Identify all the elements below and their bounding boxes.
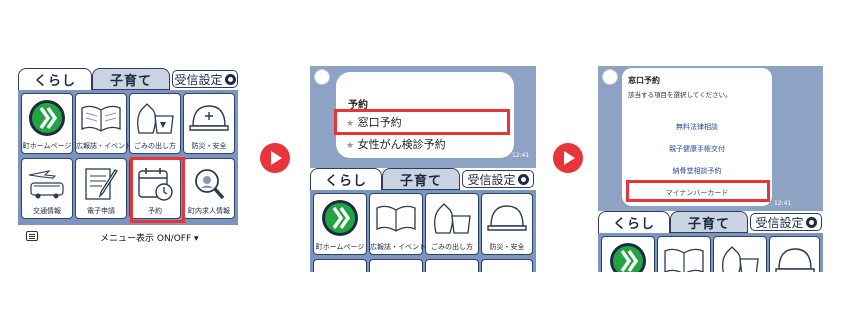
menu-grid: 町ホームページ 広報誌・イベント ごみの出し方 防災・安全 [310,190,536,272]
helmet-icon [774,248,815,272]
menu-item-label: 防災・安全 [191,142,227,150]
option-legal-consult[interactable]: 無料法律相談 [622,122,772,132]
menu-item-town-homepage[interactable] [601,236,655,272]
tab-kosodate[interactable]: 子育て [382,168,460,190]
highlight-reservation [130,157,185,223]
menu-toggle-bar: メニュー表示 ON/OFF ▾ [18,225,238,250]
message-time: 12:41 [774,200,792,207]
tab-kurashi[interactable]: くらし [598,211,670,233]
settings-tab[interactable]: 受信設定 [172,70,238,88]
helmet-icon [487,205,527,231]
highlight-my-number-card [626,180,770,202]
menu-item-partial[interactable] [313,259,367,272]
avatar [314,69,330,85]
menu-item-publicity[interactable]: 広報誌・イベント [75,93,132,154]
open-book-icon [376,205,416,232]
panel-window-reservation: 窓口予約 該当する項目を選択してください。 無料法律相談 親子健康手帳交付 納骨… [598,66,823,272]
menu-item-label: 町ホームページ [22,142,72,150]
tab-bar: くらし 子育て 受信設定 [310,168,536,190]
option-label: 女性がん検診予約 [357,138,446,151]
star-icon: ★ [346,141,355,151]
highlight-window-reservation [334,109,510,135]
settings-tab[interactable]: 受信設定 [462,170,534,188]
menu-item-partial[interactable] [369,259,423,272]
tab-kosodate[interactable]: 子育て [670,211,748,233]
menu-item-garbage[interactable]: ごみの出し方 [129,93,181,154]
magnifier-icon [195,169,225,200]
menu-item-label: 電子申請 [87,207,115,215]
gear-icon [805,216,817,228]
menu-item-label: 交通情報 [33,207,61,215]
menu-item-label: ごみの出し方 [431,243,473,251]
menu-item-partial[interactable] [425,259,479,272]
town-logo-icon [322,200,358,236]
gear-icon [517,173,529,185]
menu-item-disaster-safety[interactable]: 防災・安全 [481,193,533,255]
keyboard-icon[interactable] [26,231,38,241]
menu-item-label: 広報誌・イベント [370,243,426,251]
gear-icon [224,73,236,85]
open-book-icon [81,105,121,132]
helmet-icon [189,105,229,131]
menu-item-traffic[interactable]: 交通情報 [21,158,73,219]
menu-grid [598,233,823,272]
tab-bar: くらし 子育て 受信設定 [598,211,823,233]
menu-item-label: 町内求人情報 [188,207,230,215]
menu-item-publicity[interactable]: 広報誌・イベント [369,193,426,255]
transport-icon [28,170,64,199]
panel-reservation-choice: 予約 ★ 窓口予約 ★ 女性がん検診予約 12:41 くらし 子育て 受信設定 … [310,66,536,272]
settings-tab[interactable]: 受信設定 [750,213,822,231]
menu-item-publicity[interactable] [657,236,711,272]
town-logo-icon [610,243,646,272]
menu-item-label: 町ホームページ [315,243,365,251]
open-book-icon [664,248,704,272]
town-logo-icon [29,100,65,136]
message-title: 窓口予約 [628,76,660,85]
tab-bar: くらし 子育て 受信設定 [18,68,238,90]
menu-item-garbage[interactable] [713,236,767,272]
garbage-bag-icon [722,246,759,272]
option-ossuary-reservation[interactable]: 納骨堂相談予約 [622,166,772,176]
panel-main-menu: くらし 子育て 受信設定 町ホームページ 広報誌・イベント ごみの出し方 防災・… [18,68,238,250]
message-subtitle: 該当する項目を選択してください。 [628,91,732,99]
menu-item-partial[interactable] [481,259,533,272]
message-time: 12:41 [512,152,530,159]
tab-kosodate[interactable]: 子育て [92,68,170,90]
menu-item-e-application[interactable]: 電子申請 [75,158,127,219]
tab-kurashi[interactable]: くらし [310,168,382,190]
next-step-arrow-icon [260,143,290,173]
menu-item-disaster-safety[interactable]: 防災・安全 [183,93,235,154]
menu-grid: 町ホームページ 広報誌・イベント ごみの出し方 防災・安全 [18,90,238,225]
settings-label: 受信設定 [174,72,223,87]
menu-item-label: 広報誌・イベント [76,142,132,150]
option-maternal-handbook[interactable]: 親子健康手帳交付 [622,144,772,154]
menu-item-disaster-safety[interactable] [769,236,820,272]
menu-item-town-homepage[interactable]: 町ホームページ [21,93,73,154]
option-cancer-screening[interactable]: ★ 女性がん検診予約 [346,136,446,152]
document-pen-icon [85,168,118,200]
avatar [602,69,618,85]
settings-label: 受信設定 [467,172,516,187]
menu-item-job-info[interactable]: 町内求人情報 [183,158,235,219]
menu-toggle-label[interactable]: メニュー表示 ON/OFF ▾ [100,231,199,244]
menu-item-label: ごみの出し方 [134,142,176,150]
garbage-bag-icon [434,203,471,234]
next-step-arrow-icon [553,143,583,173]
menu-item-garbage[interactable]: ごみの出し方 [425,193,479,255]
menu-item-label: 防災・安全 [489,243,525,251]
tab-kurashi[interactable]: くらし [18,68,92,90]
settings-label: 受信設定 [755,215,804,230]
garbage-bag-icon [137,103,174,134]
menu-item-town-homepage[interactable]: 町ホームページ [313,193,367,255]
